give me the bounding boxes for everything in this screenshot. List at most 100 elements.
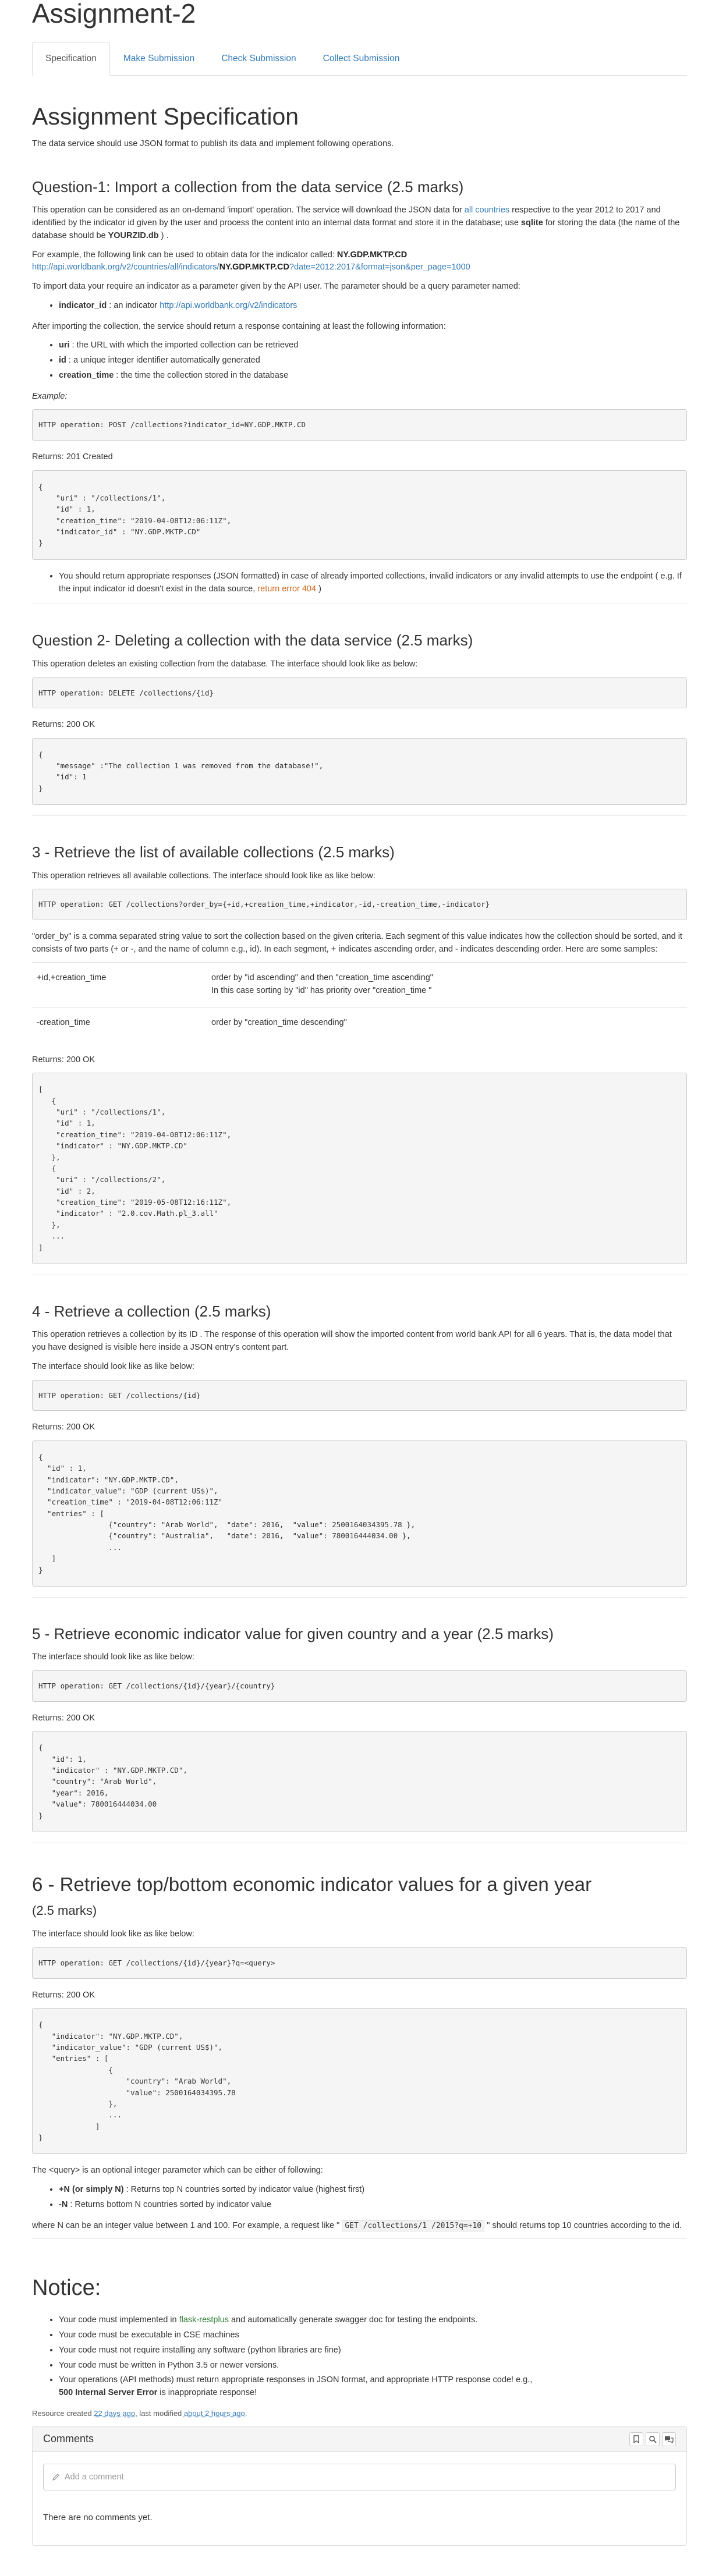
link-part-bold: NY.GDP.MKTP.CD xyxy=(219,262,289,272)
cell-text: order by "id ascending" and then "creati… xyxy=(211,973,433,983)
list-item: Your code must implemented in flask-rest… xyxy=(59,2314,687,2327)
sqlite-label: sqlite xyxy=(520,218,543,228)
db-name: YOURZID.db xyxy=(108,230,159,240)
q1-note-list: You should return appropriate responses … xyxy=(59,570,687,596)
notice-text: and automatically generate swagger doc f… xyxy=(229,2315,478,2325)
worldbank-example-link[interactable]: http://api.worldbank.org/v2/countries/al… xyxy=(32,262,470,272)
tab-specification[interactable]: Specification xyxy=(32,42,110,76)
q6-title: 6 - Retrieve top/bottom economic indicat… xyxy=(32,1872,687,1921)
code-block: { "id" : 1, "indicator": "NY.GDP.MKTP.CD… xyxy=(32,1440,687,1587)
note-text: You should return appropriate responses … xyxy=(59,571,682,594)
bookmark-icon[interactable] xyxy=(629,2432,643,2446)
list-item: You should return appropriate responses … xyxy=(59,570,687,596)
code-block: HTTP operation: GET /collections/{id}/{y… xyxy=(32,1947,687,1979)
q1-paragraph-4: After importing the collection, the serv… xyxy=(32,321,446,331)
list-item: creation_time : the time the collection … xyxy=(59,370,687,382)
param-name: indicator_id xyxy=(59,300,107,310)
table-cell: +id,+creation_time xyxy=(32,962,207,1007)
list-item: Your code must be written in Python 3.5 … xyxy=(59,2359,687,2372)
tab-make-submission[interactable]: Make Submission xyxy=(110,42,208,76)
q1-text: ) . xyxy=(158,230,169,240)
order-by-desc: "order_by" is a comma separated string v… xyxy=(32,931,682,954)
code-block: HTTP operation: GET /collections/{id}/{y… xyxy=(32,1670,687,1702)
example-label: Example: xyxy=(32,391,687,403)
all-countries-link[interactable]: all countries xyxy=(465,205,509,215)
tab-check-submission[interactable]: Check Submission xyxy=(208,42,309,76)
field-desc: : the time the collection stored in the … xyxy=(114,370,289,380)
option-desc: : Returns top N countries sorted by indi… xyxy=(123,2185,365,2195)
list-item: uri : the URL with which the imported co… xyxy=(59,339,687,352)
comment-placeholder: Add a comment xyxy=(65,2472,124,2482)
n-desc: where N can be an integer value between … xyxy=(32,2220,687,2233)
list-item: Your code must be executable in CSE mach… xyxy=(59,2329,687,2342)
field-name: id xyxy=(59,356,66,366)
q1-field-list: uri : the URL with which the imported co… xyxy=(59,339,687,382)
code-block: HTTP operation: GET /collections?order_b… xyxy=(32,889,687,920)
q1-paragraph-3: To import data your require an indicator… xyxy=(32,282,520,292)
notice-list: Your code must implemented in flask-rest… xyxy=(59,2314,687,2400)
list-item: id : a unique integer identifier automat… xyxy=(59,354,687,367)
q4-iface: The interface should look like as like b… xyxy=(32,1361,194,1371)
example-text: Example: xyxy=(32,391,68,401)
comments-body: Add a comment There are no comments yet. xyxy=(33,2452,686,2545)
table-cell: order by "creation_time descending" xyxy=(207,1006,687,1039)
created-time-link[interactable]: 22 days ago xyxy=(94,2409,135,2418)
comments-title: Comments xyxy=(43,2433,94,2445)
modified-time-link[interactable]: about 2 hours ago xyxy=(184,2409,245,2418)
returns-label: Returns: 200 OK xyxy=(32,1713,95,1723)
notice-title: Notice: xyxy=(32,2276,101,2301)
n-text: where N can be an integer value between … xyxy=(32,2220,342,2230)
add-comment-input[interactable]: Add a comment xyxy=(43,2464,676,2491)
samples-table: +id,+creation_time order by "id ascendin… xyxy=(32,962,687,1039)
tab-bar: Specification Make Submission Check Subm… xyxy=(32,42,687,76)
comments-toolbar xyxy=(629,2432,676,2446)
q5-title: 5 - Retrieve economic indicator value fo… xyxy=(32,1624,554,1642)
query-options: +N (or simply N) : Returns top N countri… xyxy=(59,2184,687,2212)
inline-code: GET /collections/1 /2015?q=+10 xyxy=(342,2220,485,2231)
indicators-link[interactable]: http://api.worldbank.org/v2/indicators xyxy=(160,301,297,310)
q1-paragraph-1: This operation can be considered as an o… xyxy=(32,204,687,242)
notice-text: Your operations (API methods) must retur… xyxy=(59,2375,533,2385)
search-icon[interactable] xyxy=(646,2432,660,2446)
link-part: http://api.worldbank.org/v2/countries/al… xyxy=(32,262,219,272)
meta-text: . xyxy=(245,2408,247,2418)
q5-iface: The interface should look like as like b… xyxy=(32,1652,194,1662)
tab-collect-submission[interactable]: Collect Submission xyxy=(310,42,413,76)
q1-text: For example, the following link can be u… xyxy=(32,250,337,260)
field-desc: : a unique integer identifier automatica… xyxy=(66,356,260,366)
returns-label: Returns: 201 Created xyxy=(32,452,113,462)
table-row: +id,+creation_time order by "id ascendin… xyxy=(32,962,687,1007)
code-block: { "uri" : "/collections/1", "id" : 1, "c… xyxy=(32,470,687,560)
q1-paragraph-2: For example, the following link can be u… xyxy=(32,249,687,275)
code-block: { "message" :"The collection 1 was remov… xyxy=(32,737,687,806)
list-item: -N : Returns bottom N countries sorted b… xyxy=(59,2199,687,2212)
q6-iface: The interface should look like as like b… xyxy=(32,1929,194,1939)
q2-title: Question 2- Deleting a collection with t… xyxy=(32,631,473,650)
spec-title: Assignment Specification xyxy=(32,103,299,130)
list-item: +N (or simply N) : Returns top N countri… xyxy=(59,2184,687,2197)
code-block: { "indicator": "NY.GDP.MKTP.CD", "indica… xyxy=(32,2008,687,2155)
error-404-link[interactable]: return error 404 xyxy=(257,584,316,594)
page-title: Assignment-2 xyxy=(32,0,196,29)
field-name: uri xyxy=(59,340,70,350)
option-name: -N xyxy=(59,2199,68,2209)
divider xyxy=(32,2238,687,2240)
page: Assignment-2 Specification Make Submissi… xyxy=(0,0,719,2576)
flask-restplus-label: flask-restplus xyxy=(179,2315,229,2325)
meta-text: Resource created xyxy=(32,2408,94,2418)
q3-title: 3 - Retrieve the list of available colle… xyxy=(32,843,395,861)
table-cell: -creation_time xyxy=(32,1006,207,1039)
query-desc: The <query> is an optional integer param… xyxy=(32,2166,323,2176)
link-part: ?date=2012:2017&format=json&per_page=100… xyxy=(289,262,470,272)
q4-desc: This operation retrieves a collection by… xyxy=(32,1330,672,1353)
field-desc: : the URL with which the imported collec… xyxy=(69,340,299,350)
returns-label: Returns: 200 OK xyxy=(32,1055,95,1065)
code-block: HTTP operation: GET /collections/{id} xyxy=(32,1379,687,1411)
list-item: indicator_id : an indicator http://api.w… xyxy=(59,300,687,313)
q6-marks: (2.5 marks) xyxy=(32,1903,97,1918)
chat-icon[interactable] xyxy=(662,2432,676,2446)
n-text: " should returns top 10 countries accord… xyxy=(484,2220,682,2230)
comments-panel: Comments Add a comment There are no comm… xyxy=(32,2426,687,2546)
table-cell: order by "id ascending" and then "creati… xyxy=(207,962,687,1007)
comments-header: Comments xyxy=(33,2426,686,2453)
